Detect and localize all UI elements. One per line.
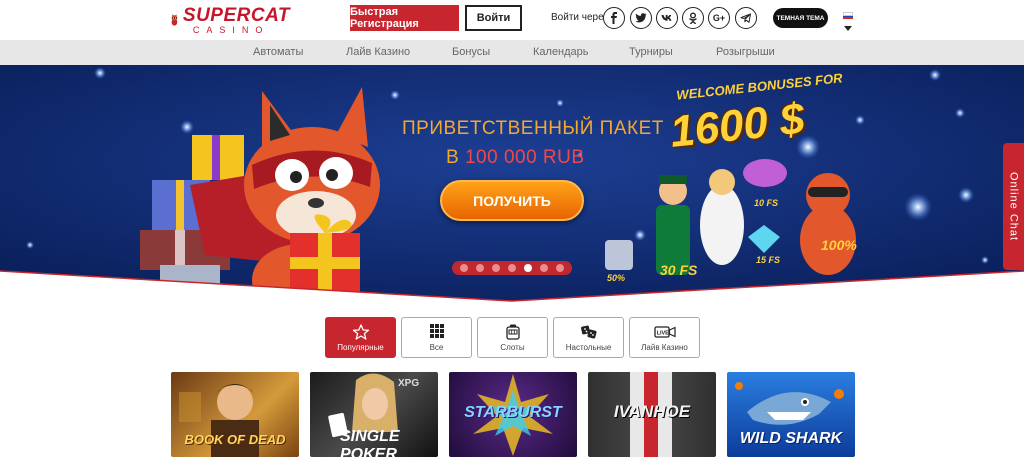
category-label: Популярные [337,342,384,352]
dice-icon [580,325,597,339]
banner-title: ПРИВЕТСТВЕННЫЙ ПАКЕТ [402,118,664,139]
banner-subtitle: В 100 000 RUB [446,147,585,168]
grid-icon [429,323,444,338]
google-plus-icon[interactable]: G+ [708,7,730,29]
svg-text:30 FS: 30 FS [660,262,698,278]
register-button[interactable]: Быстрая Регистрация [350,5,459,31]
game-title: BOOK OF DEAD [184,432,286,447]
nav-item-draws[interactable]: Розыгрыши [716,46,775,58]
star-icon [352,323,369,340]
game-title: STARBURST [464,404,562,421]
nav-item-tournaments[interactable]: Турниры [629,46,673,58]
slider-dot[interactable] [476,264,484,272]
svg-text:LIVE: LIVE [656,330,669,336]
slot-machine-icon [505,324,520,340]
svg-text:50%: 50% [607,273,625,283]
game-title: SINGLE POKER [340,428,400,457]
slider-dot[interactable] [492,264,500,272]
svg-text:15 FS: 15 FS [756,255,780,265]
slider-dot[interactable] [460,264,468,272]
category-slots[interactable]: Слоты [477,317,548,358]
game-tile-ivanhoe[interactable]: IVANHOE [588,372,716,457]
facebook-icon[interactable] [603,7,625,29]
slider-dot-active[interactable] [524,264,532,272]
xpg-logo: XPG [398,378,420,389]
category-table-games[interactable]: Настольные [553,317,624,358]
get-bonus-button[interactable]: ПОЛУЧИТЬ [440,180,584,221]
category-all[interactable]: Все [401,317,472,358]
game-tile-wild-shark[interactable]: WILD SHARK [727,372,855,457]
logo-title: SUPERCAT [182,4,290,26]
slider-dot[interactable] [508,264,516,272]
slider-dot[interactable] [556,264,564,272]
banner-amount: 100 000 RUB [464,147,585,168]
russia-flag-icon [843,12,853,20]
svg-text:100%: 100% [821,237,857,253]
header: SUPERCAT CASINO Быстрая Регистрация Войт… [0,0,1024,40]
twitter-icon[interactable] [630,7,652,29]
login-button[interactable]: Войти [465,5,522,31]
logo-subtitle: CASINO [192,24,270,35]
category-live-casino[interactable]: LIVE Лайв Казино [629,317,700,358]
vk-icon[interactable] [656,7,678,29]
language-selector[interactable] [843,12,855,31]
category-label: Лайв Казино [641,342,688,352]
odnoklassniki-icon[interactable] [682,7,704,29]
telegram-icon[interactable] [735,7,757,29]
nav-item-live-casino[interactable]: Лайв Казино [346,46,410,58]
promo-banner[interactable]: 30 FS 100% 50% 15 FS 10 FS ПРИВЕТСТВЕННЫ… [0,65,1024,305]
game-tile-starburst[interactable]: STARBURST [449,372,577,457]
dark-theme-toggle[interactable]: ТЕМНАЯ ТЕМА [773,8,828,28]
online-chat-button[interactable]: Online Chat [1003,143,1024,270]
game-title: IVANHOE [613,402,691,421]
svg-text:10 FS: 10 FS [754,198,778,208]
nav-item-calendar[interactable]: Календарь [533,46,589,58]
nav-item-slots[interactable]: Автоматы [253,46,303,58]
game-tile-single-poker[interactable]: XPG SINGLE POKER [310,372,438,457]
cat-mascot-icon [171,13,178,26]
live-camera-icon: LIVE [653,325,676,338]
category-label: Все [429,342,444,352]
game-tile-book-of-dead[interactable]: BOOK OF DEAD [171,372,299,457]
game-title: WILD SHARK [739,430,843,447]
category-label: Слоты [500,342,525,352]
category-popular[interactable]: Популярные [325,317,396,358]
slider-dot[interactable] [540,264,548,272]
slider-dots [452,261,572,275]
online-chat-label: Online Chat [1007,171,1020,242]
category-label: Настольные [565,342,612,352]
chevron-down-icon [844,26,852,31]
nav-item-bonuses[interactable]: Бонусы [452,46,490,58]
logo[interactable]: SUPERCAT CASINO [170,2,290,38]
main-nav: Автоматы Лайв Казино Бонусы Календарь Ту… [0,40,1024,65]
social-login-label: Войти через [551,12,609,23]
